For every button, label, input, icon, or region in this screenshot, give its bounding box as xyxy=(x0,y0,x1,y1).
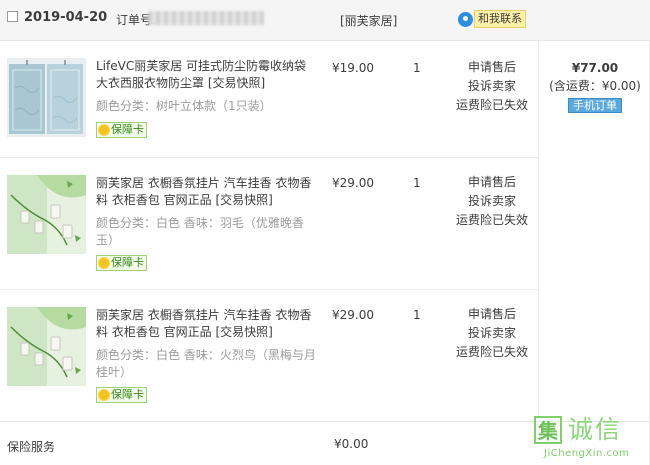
item-price: ¥29.00 xyxy=(332,308,374,322)
complain-seller-link[interactable]: 投诉卖家 xyxy=(452,77,532,96)
product-sku: 颜色分类：白色 香味：羽毛（优雅晚香玉） xyxy=(96,216,304,247)
column-divider xyxy=(538,41,539,421)
flower-icon xyxy=(98,389,110,401)
after-sale-actions: 申请售后 投诉卖家 运费险已失效 xyxy=(452,173,532,230)
order-card: 2019-04-20 订单号: [丽芙家居] 和我联系 LifeVC丽芙家居 可… xyxy=(0,0,650,465)
order-checkbox[interactable] xyxy=(7,11,18,22)
after-sale-actions: 申请售后 投诉卖家 运费险已失效 xyxy=(452,58,532,115)
order-item: 丽芙家居 衣橱香氛挂片 汽车挂香 衣物香料 衣柜香包 官网正品 [交易快照] 颜… xyxy=(0,175,538,289)
contact-seller-button[interactable]: 和我联系 xyxy=(458,8,526,30)
after-sale-actions: 申请售后 投诉卖家 运费险已失效 xyxy=(452,305,532,362)
guarantee-card-label: 保障卡 xyxy=(111,123,144,136)
apply-after-sale-link[interactable]: 申请售后 xyxy=(452,58,532,77)
flower-icon xyxy=(98,124,110,136)
watermark-url: JiChengXin.com xyxy=(544,448,630,459)
product-title-link[interactable]: 丽芙家居 衣橱香氛挂片 汽车挂香 衣物香料 衣柜香包 官网正品 [交易快照] xyxy=(96,175,318,209)
total-amount: ¥77.00 xyxy=(571,61,619,75)
guarantee-card-badge[interactable]: 保障卡 xyxy=(96,122,147,138)
guarantee-card-badge[interactable]: 保障卡 xyxy=(96,387,147,403)
item-quantity: 1 xyxy=(413,308,421,322)
complain-seller-link[interactable]: 投诉卖家 xyxy=(452,192,532,211)
item-price: ¥19.00 xyxy=(332,61,374,75)
product-sku: 颜色分类：白色 香味：火烈鸟（黑梅与月桂叶） xyxy=(96,348,316,379)
shipping-insurance-status: 运费险已失效 xyxy=(455,345,528,359)
flower-icon xyxy=(98,257,110,269)
complain-seller-link[interactable]: 投诉卖家 xyxy=(452,324,532,343)
row-divider xyxy=(0,157,538,158)
item-quantity: 1 xyxy=(413,61,421,75)
contact-seller-label: 和我联系 xyxy=(474,10,526,28)
apply-after-sale-link[interactable]: 申请售后 xyxy=(452,305,532,324)
guarantee-card-label: 保障卡 xyxy=(111,256,144,269)
insurance-service-label: 保险服务 xyxy=(7,440,56,454)
guarantee-card-badge[interactable]: 保障卡 xyxy=(96,255,147,271)
item-quantity: 1 xyxy=(413,176,421,190)
order-number-redacted xyxy=(148,11,264,25)
shipping-fee: (含运费：¥0.00) xyxy=(549,79,641,93)
guarantee-card-label: 保障卡 xyxy=(111,388,144,401)
order-total: ¥77.00 (含运费：¥0.00) 手机订单 xyxy=(540,59,650,113)
product-image-garment-bag[interactable] xyxy=(7,58,86,137)
shop-name-link[interactable]: [丽芙家居] xyxy=(340,12,397,29)
watermark-name: 诚信 xyxy=(568,415,623,444)
insurance-service-price: ¥0.00 xyxy=(334,437,369,451)
shipping-insurance-status: 运费险已失效 xyxy=(455,213,528,227)
order-header: 2019-04-20 订单号: [丽芙家居] 和我联系 xyxy=(0,0,650,41)
mobile-order-tag[interactable]: 手机订单 xyxy=(568,98,622,113)
product-title-link[interactable]: 丽芙家居 衣橱香氛挂片 汽车挂香 衣物香料 衣柜香包 官网正品 [交易快照] xyxy=(96,307,318,341)
product-title-link[interactable]: LifeVC丽芙家居 可挂式防尘防霉收纳袋大衣西服衣物防尘罩 [交易快照] xyxy=(96,58,318,92)
chat-bubble-icon xyxy=(458,11,473,27)
order-date: 2019-04-20 xyxy=(24,10,108,25)
watermark-logo-mark: 集 xyxy=(534,416,562,444)
product-image-scent-hanger[interactable] xyxy=(7,175,86,254)
row-divider xyxy=(0,289,538,290)
apply-after-sale-link[interactable]: 申请售后 xyxy=(452,173,532,192)
order-item: 丽芙家居 衣橱香氛挂片 汽车挂香 衣物香料 衣柜香包 官网正品 [交易快照] 颜… xyxy=(0,307,538,421)
order-item: LifeVC丽芙家居 可挂式防尘防霉收纳袋大衣西服衣物防尘罩 [交易快照] 颜色… xyxy=(0,58,538,158)
shipping-insurance-status: 运费险已失效 xyxy=(455,98,528,112)
site-watermark: 集 诚信 JiChengXin.com xyxy=(534,414,648,464)
item-price: ¥29.00 xyxy=(332,176,374,190)
product-sku: 颜色分类：树叶立体款（1只装） xyxy=(96,99,272,113)
product-image-scent-hanger[interactable] xyxy=(7,307,86,386)
